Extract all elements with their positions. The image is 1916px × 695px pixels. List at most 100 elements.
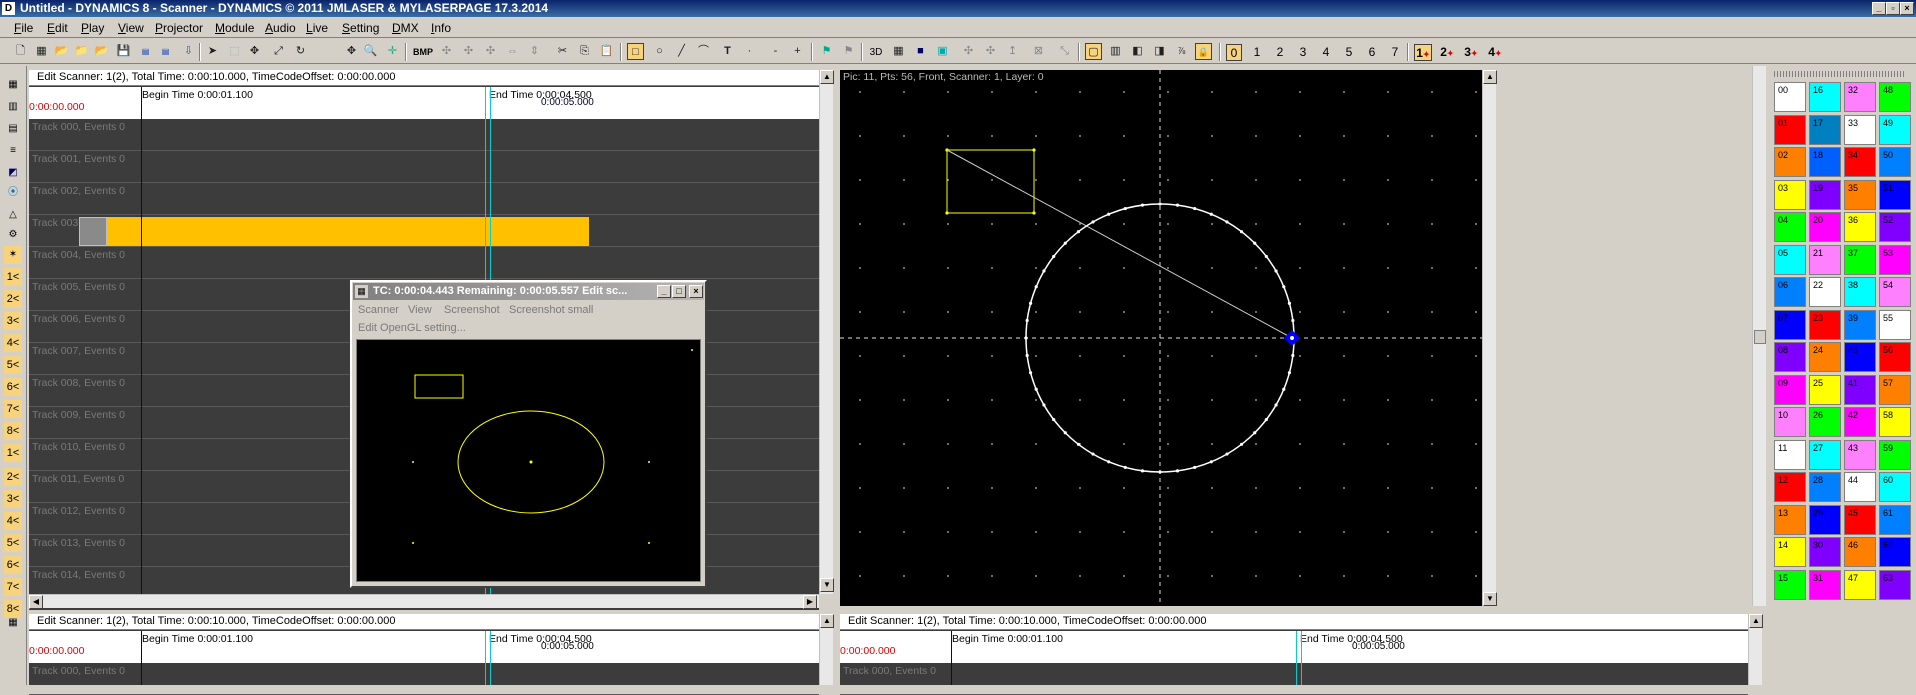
timeline-h-scrollbar[interactable]: ◀ ▶ [29,594,819,609]
color-swatch[interactable]: 25 [1809,374,1841,405]
color-swatch[interactable]: 43 [1844,439,1876,470]
color-swatch[interactable]: 50 [1879,147,1911,177]
scroll-left-icon[interactable]: ◀ [29,595,43,609]
cue-button-2[interactable]: 3< [4,312,22,330]
color-swatch[interactable]: 10 [1774,407,1806,437]
laser-drawing[interactable] [840,70,1482,606]
time-ruler-bottom-left[interactable]: 0:00:00.000 Begin Time 0:00:01.100 End T… [29,631,819,663]
zoom-icon[interactable]: 🔍 [362,43,379,60]
menu-view[interactable]: View [118,21,144,35]
cue-button-0[interactable]: 1< [4,268,22,286]
palette-grip[interactable] [1774,71,1906,77]
new-icon[interactable]: 🗋 [12,43,29,60]
color-swatch[interactable]: 33 [1844,114,1876,145]
color-swatch[interactable]: 03 [1774,179,1806,210]
scroll-up-icon[interactable]: ▲ [820,70,834,84]
track-row[interactable]: Track 001, Events 0 [29,152,819,183]
color-swatch[interactable]: 31 [1809,569,1841,600]
tc-menu-view[interactable]: View [408,304,432,316]
color-swatch[interactable]: 18 [1809,147,1841,177]
color-swatch[interactable]: 42 [1844,407,1876,437]
optimize-icon[interactable]: ✣ [460,43,477,60]
save-as-icon[interactable]: ▤ [137,43,154,60]
snap-icon[interactable]: ✣ [960,43,977,60]
menu-dmx[interactable]: DMX [392,21,419,35]
color-swatch[interactable]: 48 [1879,82,1911,112]
track-row[interactable]: Track 002, Events 0 [29,184,819,215]
color-swatch[interactable]: 26 [1809,407,1841,437]
color-swatch[interactable]: 17 [1809,114,1841,145]
remove-point-icon[interactable]: - [767,43,784,60]
frames-icon[interactable]: ▥ [1107,43,1124,60]
palette-scroll-thumb[interactable] [1754,330,1766,344]
scanner-icon[interactable]: ▦ [4,76,22,94]
distribute-icon[interactable]: ⇔ [504,43,521,60]
begin-marker[interactable] [951,631,952,685]
snap-points-icon[interactable]: ✣ [982,43,999,60]
layer-button-2[interactable]: 2✦ [1438,44,1456,61]
color-swatch[interactable]: 08 [1774,342,1806,372]
cue-button-10[interactable]: 3< [4,490,22,508]
color-swatch[interactable]: 20 [1809,212,1841,242]
center-icon[interactable]: ✛ [384,43,401,60]
color-swatch[interactable]: 24 [1809,342,1841,372]
selected-point-marker[interactable] [1284,330,1300,346]
color-swatch[interactable]: 52 [1879,212,1911,242]
layer-button-1[interactable]: 1✦ [1414,44,1432,61]
color-swatch[interactable]: 53 [1879,244,1911,275]
cue-button-6[interactable]: 7< [4,400,22,418]
color-swatch[interactable]: 15 [1774,569,1806,600]
opengl-preview-canvas[interactable] [356,339,701,582]
open-folder-icon[interactable]: 📁 [73,43,90,60]
open-icon[interactable]: 📂 [53,43,70,60]
align-icon[interactable]: ✣ [482,43,499,60]
color-swatch[interactable]: 49 [1879,114,1911,145]
tc-menu-screenshot[interactable]: Screenshot [444,304,500,316]
color-swatch[interactable]: 46 [1844,537,1876,567]
color-swatch[interactable]: 19 [1809,179,1841,210]
menu-live[interactable]: Live [306,21,328,35]
color-swatch[interactable]: 09 [1774,374,1806,405]
export-icon[interactable]: ▤ [157,43,174,60]
cue-button-7[interactable]: 8< [4,422,22,440]
timeline-icon[interactable]: ▥ [4,98,22,116]
rectangle-tool-icon[interactable]: □ [627,43,644,60]
output-number-4[interactable]: 4 [1318,44,1334,61]
cue-button-5[interactable]: 6< [4,378,22,396]
color-swatch[interactable]: 62 [1879,537,1911,567]
tc-maximize-button[interactable]: □ [672,285,686,298]
color-swatch[interactable]: 39 [1844,309,1876,340]
color-swatch[interactable]: 14 [1774,537,1806,567]
snap-grid-icon[interactable]: ↥ [1004,43,1021,60]
color-swatch[interactable]: 60 [1879,472,1911,502]
color-swatch[interactable]: 35 [1844,179,1876,210]
color-swatch[interactable]: 05 [1774,244,1806,275]
select-points-icon[interactable]: ⬚ [226,43,243,60]
cue-button-13[interactable]: 6< [4,556,22,574]
module-icon[interactable]: ◩ [4,164,22,182]
warning-icon[interactable]: △ [4,206,22,224]
color-swatch[interactable]: 23 [1809,309,1841,340]
color-swatch[interactable]: 51 [1879,179,1911,210]
color-swatch[interactable]: 06 [1774,277,1806,307]
frame-icon[interactable]: ▢ [1085,43,1102,60]
color-swatch[interactable]: 54 [1879,277,1911,307]
laser-preview-canvas[interactable]: Pic: 11, Pts: 56, Front, Scanner: 1, Lay… [840,70,1482,606]
color-swatch[interactable]: 36 [1844,212,1876,242]
cue-button-12[interactable]: 5< [4,534,22,552]
timeline-v-scrollbar[interactable]: ▲ ▼ [819,70,834,594]
mirror-icon[interactable]: ⇕ [526,43,543,60]
color-swatch[interactable]: 56 [1879,342,1911,372]
bmp-button[interactable]: BMP [413,44,433,61]
cue-button-4[interactable]: 5< [4,356,22,374]
tracks-icon[interactable]: ▤ [4,120,22,138]
lock-icon[interactable]: 🔒 [1195,43,1212,60]
time-ruler[interactable]: 0:00:00.000 Begin Time 0:00:01.100 End T… [29,87,819,119]
color-swatch[interactable]: 02 [1774,147,1806,177]
color-swatch[interactable]: 27 [1809,439,1841,470]
menu-edit[interactable]: Edit [47,21,68,35]
tc-menu-scanner[interactable]: Scanner [358,304,399,316]
paste-icon[interactable]: 📋 [598,43,615,60]
settings-icon[interactable]: ⚙ [4,226,22,244]
color-swatch[interactable]: 29 [1809,504,1841,535]
